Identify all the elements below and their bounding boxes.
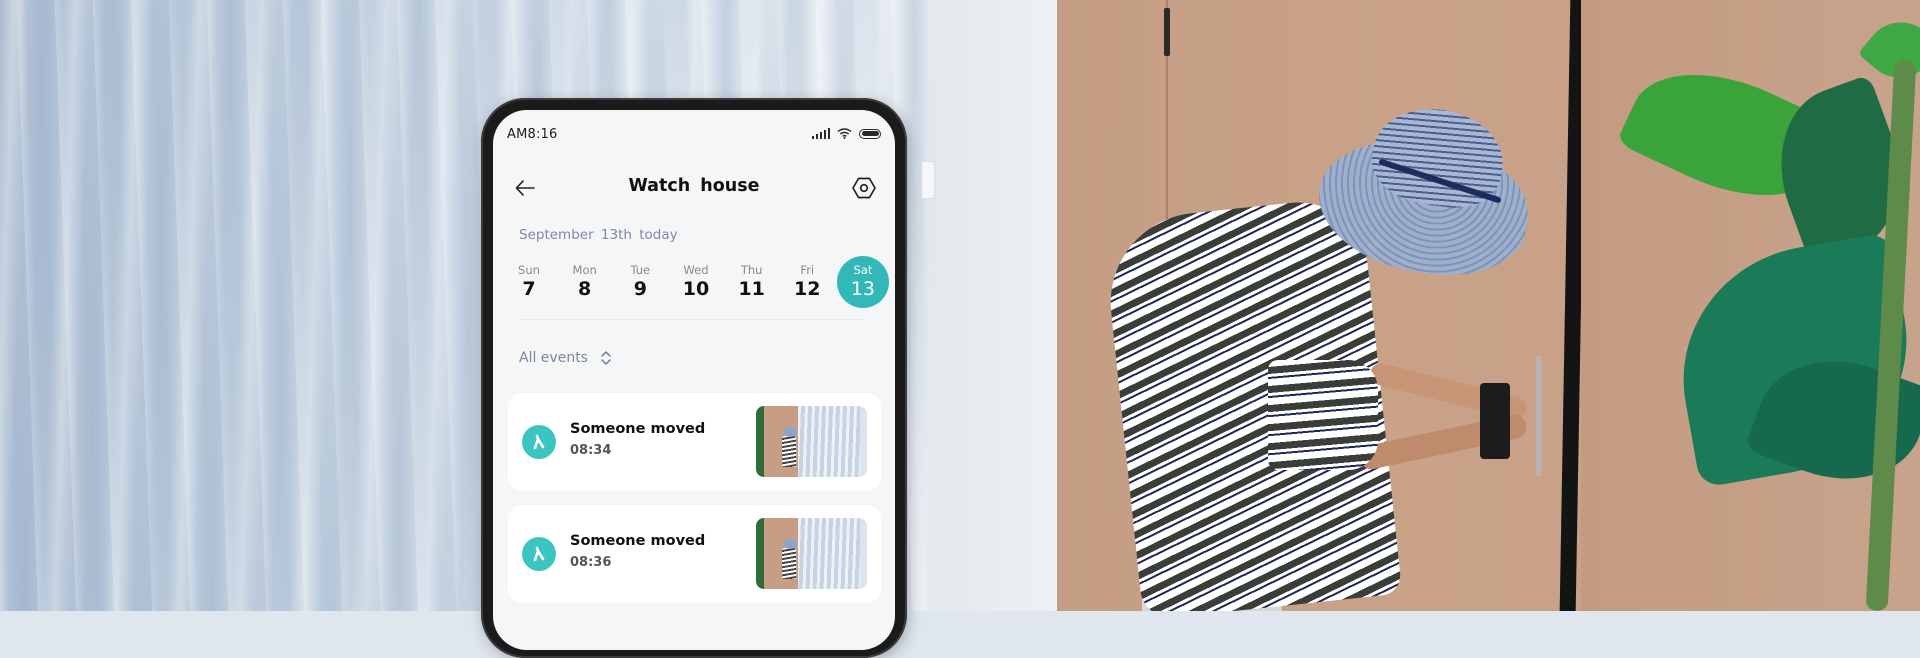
day-sun[interactable]: Sun 7 [503,256,555,308]
event-card[interactable]: Someone moved 08:36 [508,505,881,603]
background-photo [0,0,1920,611]
day-date: 12 [794,278,821,300]
status-bar: AM8:16 [493,110,895,148]
event-filter-dropdown[interactable]: All events [519,350,612,366]
wall-switch [921,161,935,199]
day-name: Sat [853,263,873,277]
status-time: AM8:16 [507,127,558,142]
event-list: Someone moved 08:34 Someone moved 08:36 [508,393,881,617]
day-mon[interactable]: Mon 8 [559,256,611,308]
day-date: 10 [682,278,710,300]
event-title: Someone moved [570,533,706,549]
battery-icon [859,128,881,139]
day-date: 8 [578,278,592,300]
person-sleeve [1268,360,1378,470]
day-name: Wed [683,263,709,277]
status-icons [811,128,881,139]
settings-hexagon-icon[interactable] [851,175,877,201]
person [1101,99,1537,611]
door-hinge [1164,8,1170,56]
event-time: 08:36 [570,555,612,570]
door-latch-plate [1536,356,1542,476]
day-date: 9 [633,278,647,300]
day-name: Thu [740,263,763,277]
day-fri[interactable]: Fri 12 [781,256,833,308]
week-selector: Sun 7 Mon 8 Tue 9 Wed 10 Thu 11 Fri 12 Sat 13 [503,256,889,308]
event-time: 08:34 [570,443,612,458]
day-sat-selected[interactable]: Sat 13 [836,256,889,308]
sort-chevrons-icon [601,351,611,365]
app-header: Watch house [493,168,895,208]
day-tue[interactable]: Tue 9 [614,256,666,308]
divider [521,319,865,320]
day-thu[interactable]: Thu 11 [726,256,778,308]
event-thumbnail[interactable] [756,406,867,477]
day-date: 11 [738,278,765,300]
event-card[interactable]: Someone moved 08:34 [508,393,881,491]
filter-label: All events [519,350,588,366]
signal-icon [811,128,830,139]
smart-lock [1480,383,1510,459]
day-name: Fri [800,263,815,277]
wifi-icon [837,128,852,139]
date-label: September 13th today [519,227,678,243]
phone-mockup: AM8:16 Watch house September 13th today … [481,98,907,658]
page-title: Watch house [628,176,760,196]
day-wed[interactable]: Wed 10 [670,256,722,308]
day-name: Tue [630,263,651,277]
day-date: 7 [522,278,536,300]
app-screen: AM8:16 Watch house September 13th today … [493,110,895,650]
wall [930,0,1057,611]
day-date: 13 [850,278,876,300]
walking-person-icon [522,425,556,459]
event-title: Someone moved [570,421,706,437]
day-name: Mon [572,263,597,277]
event-thumbnail[interactable] [756,518,867,589]
day-name: Sun [518,263,540,277]
walking-person-icon [522,537,556,571]
